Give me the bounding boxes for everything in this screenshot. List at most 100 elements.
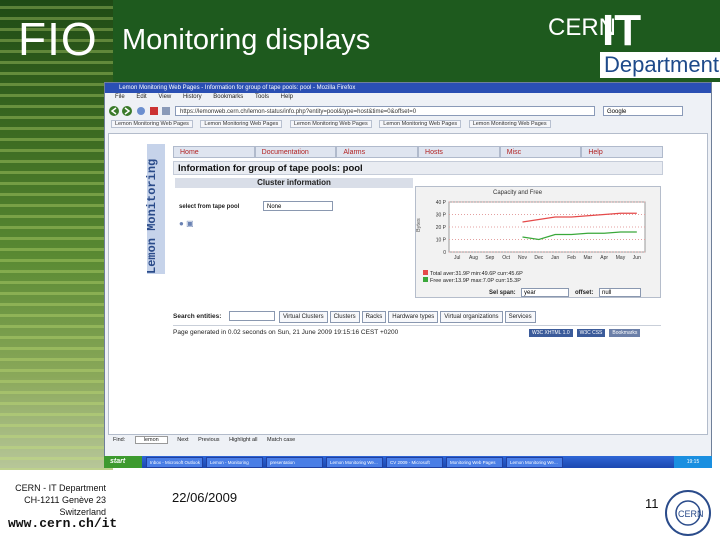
cern-logo-icon: CERN bbox=[665, 490, 711, 536]
capacity-graph: 40 P 30 P 20 P 10 P 0 Jul Aug Sep Oct Nov Dec Jan Fe… bbox=[436, 200, 646, 261]
menu-bar: File Edit View History Bookmarks Tools H… bbox=[105, 94, 711, 103]
w3c-xhtml-badge[interactable]: W3C XHTML 1.0 bbox=[529, 329, 573, 337]
rack-stripe bbox=[0, 446, 113, 449]
url-bar[interactable]: https://lemonweb.cern.ch/lemon-status/in… bbox=[175, 106, 595, 116]
tab-documentation[interactable]: Documentation bbox=[254, 146, 337, 158]
browser-window: Lemon Monitoring Web Pages - Information… bbox=[104, 82, 712, 466]
rack-stripe bbox=[0, 6, 113, 9]
footer-date: 22/06/2009 bbox=[172, 490, 238, 505]
taskbar-clock: 19:15 bbox=[674, 456, 712, 468]
rack-stripe bbox=[0, 424, 113, 427]
tape-pool-select[interactable]: None bbox=[263, 201, 333, 211]
rack-stripe bbox=[0, 215, 113, 218]
category-services[interactable]: Services bbox=[504, 311, 536, 323]
bookmark-item[interactable]: Lemon Monitoring Web Pages bbox=[200, 120, 283, 128]
taskbar-task[interactable]: Lemon Monitoring We... bbox=[326, 457, 383, 468]
generation-info: Page generated in 0.02 seconds on Sun, 2… bbox=[173, 329, 399, 336]
web-page: Lemon Monitoring Home Documentation Alar… bbox=[108, 133, 708, 435]
copy-icon[interactable]: ▣ bbox=[186, 219, 194, 228]
x-tick-label: Jun bbox=[633, 255, 641, 261]
address-line: CH-1211 Genève 23 bbox=[24, 495, 106, 505]
y-tick-label: 40 P bbox=[436, 200, 447, 206]
bookmark-item[interactable]: Lemon Monitoring Web Pages bbox=[111, 120, 193, 128]
rack-stripe bbox=[0, 72, 113, 75]
address-line: CERN - IT Department bbox=[15, 483, 106, 493]
offset-dropdown[interactable]: null bbox=[599, 288, 641, 297]
menu-help[interactable]: Help bbox=[281, 94, 293, 100]
category-clusters[interactable]: Clusters bbox=[329, 311, 360, 323]
w3c-css-badge[interactable]: W3C CSS bbox=[576, 329, 606, 337]
find-label: Find: bbox=[113, 437, 126, 443]
category-hardware-types[interactable]: Hardware types bbox=[388, 311, 439, 323]
select-span-dropdown[interactable]: year bbox=[521, 288, 569, 297]
rack-stripe bbox=[0, 138, 113, 141]
taskbar-task[interactable]: CV 2009 - Microsoft bbox=[386, 457, 443, 468]
search-categories: Virtual Clusters Clusters Racks Hardware… bbox=[279, 311, 538, 323]
rack-stripe bbox=[0, 83, 113, 86]
x-tick-label: May bbox=[616, 255, 626, 261]
x-tick-label: Sep bbox=[485, 255, 494, 261]
x-tick-label: Apr bbox=[600, 255, 608, 261]
find-previous-button[interactable]: Previous bbox=[198, 437, 219, 443]
taskbar-task[interactable]: Lemon Monitoring We... bbox=[506, 457, 563, 468]
bookmark-item[interactable]: Lemon Monitoring Web Pages bbox=[289, 120, 372, 128]
cluster-info-heading: Cluster information bbox=[175, 178, 413, 188]
search-entities-input[interactable] bbox=[229, 311, 275, 321]
tab-hosts[interactable]: Hosts bbox=[418, 146, 500, 158]
rack-stripe bbox=[0, 347, 113, 350]
search-engine-box[interactable]: Google bbox=[603, 106, 683, 116]
menu-view[interactable]: View bbox=[158, 94, 171, 100]
x-tick-label: Jul bbox=[454, 255, 460, 261]
taskbar-task[interactable]: Inbox - Microsoft Outlook bbox=[146, 457, 203, 468]
rack-stripe bbox=[0, 314, 113, 317]
bookmark-item[interactable]: Lemon Monitoring Web Pages bbox=[468, 120, 551, 128]
slide-title: Monitoring displays bbox=[122, 24, 371, 56]
tab-alarms[interactable]: Alarms bbox=[336, 146, 419, 158]
bookmarks-badge[interactable]: Bookmarks bbox=[609, 329, 641, 337]
taskbar-task[interactable]: Lemon - Monitoring bbox=[206, 457, 263, 468]
find-next-button[interactable]: Next bbox=[177, 437, 188, 443]
menu-bookmarks[interactable]: Bookmarks bbox=[213, 94, 243, 100]
bookmark-item[interactable]: Lemon Monitoring Web Pages bbox=[379, 120, 462, 128]
refresh-icon[interactable]: ● bbox=[179, 219, 184, 228]
taskbar-task[interactable]: Monitoring Web Pages bbox=[446, 457, 503, 468]
menu-history[interactable]: History bbox=[183, 94, 202, 100]
rack-stripe bbox=[0, 259, 113, 262]
highlight-all-button[interactable]: Highlight all bbox=[229, 437, 257, 443]
rack-stripe bbox=[0, 127, 113, 130]
search-entities-label: Search entities: bbox=[173, 313, 222, 320]
match-case-checkbox[interactable]: Match case bbox=[267, 437, 295, 443]
tab-help[interactable]: Help bbox=[581, 146, 664, 158]
rack-stripe bbox=[0, 149, 113, 152]
rack-stripe bbox=[0, 193, 113, 196]
rack-stripe bbox=[0, 105, 113, 108]
rack-stripe bbox=[0, 226, 113, 229]
legend-total-swatch bbox=[423, 270, 428, 275]
x-tick-label: Dec bbox=[534, 255, 543, 261]
category-racks[interactable]: Racks bbox=[361, 311, 387, 323]
find-input[interactable]: lemon bbox=[134, 436, 168, 444]
rack-stripe bbox=[0, 237, 113, 240]
it-logo-text: IT bbox=[602, 6, 642, 55]
rack-stripe bbox=[0, 457, 113, 460]
rack-stripe bbox=[0, 380, 113, 383]
menu-edit[interactable]: Edit bbox=[136, 94, 146, 100]
start-button[interactable]: start bbox=[104, 456, 142, 468]
tab-misc[interactable]: Misc bbox=[499, 146, 582, 158]
y-tick-label: 10 P bbox=[436, 238, 447, 244]
nav-buttons-icon[interactable] bbox=[105, 104, 171, 118]
x-tick-label: Aug bbox=[469, 255, 478, 261]
menu-tools[interactable]: Tools bbox=[255, 94, 269, 100]
category-virtual-organizations[interactable]: Virtual organizations bbox=[440, 311, 503, 323]
rack-stripe bbox=[0, 413, 113, 416]
rack-stripe bbox=[0, 292, 113, 295]
category-virtual-clusters[interactable]: Virtual Clusters bbox=[279, 311, 328, 323]
tape-pool-label: select from tape pool bbox=[179, 204, 240, 210]
taskbar-task[interactable]: presentation bbox=[266, 457, 323, 468]
menu-file[interactable]: File bbox=[115, 94, 125, 100]
select-span-label: Sel span: bbox=[489, 290, 516, 296]
rack-stripe bbox=[0, 182, 113, 185]
tab-home[interactable]: Home bbox=[173, 146, 255, 158]
rack-stripe bbox=[0, 325, 113, 328]
y-tick-label: 30 P bbox=[436, 213, 447, 219]
